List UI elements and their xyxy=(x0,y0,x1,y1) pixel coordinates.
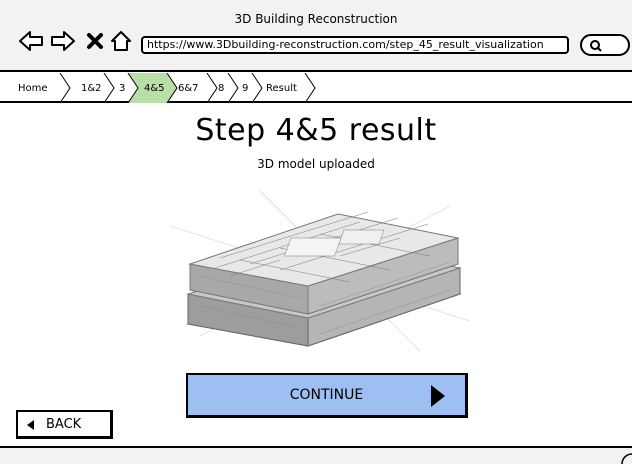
stop-button[interactable] xyxy=(82,28,108,54)
breadcrumb-item-step-1-2[interactable]: 1&2 xyxy=(81,73,102,103)
address-bar[interactable]: https://www.3Dbuilding-reconstruction.co… xyxy=(141,36,569,54)
page-title: Step 4&5 result xyxy=(195,113,437,148)
back-nav-button[interactable] xyxy=(18,28,44,54)
window-title: 3D Building Reconstruction xyxy=(234,12,398,26)
breadcrumb: Home 1&2 3 4&5 6&7 8 9 Result xyxy=(0,73,632,103)
breadcrumb-item-home[interactable]: Home xyxy=(18,73,48,103)
resize-handle-icon[interactable] xyxy=(618,450,632,464)
breadcrumb-item-step-8[interactable]: 8 xyxy=(218,73,224,103)
continue-button-label: CONTINUE xyxy=(289,387,364,403)
page-subtitle: 3D model uploaded xyxy=(257,157,375,171)
breadcrumb-item-step-3[interactable]: 3 xyxy=(119,73,125,103)
breadcrumb-item-step-6-7[interactable]: 6&7 xyxy=(178,73,199,103)
home-nav-button[interactable] xyxy=(108,28,134,54)
breadcrumb-item-result[interactable]: Result xyxy=(266,73,297,103)
browser-chrome: 3D Building Reconstruction https://www.3… xyxy=(0,0,632,72)
continue-button[interactable]: CONTINUE xyxy=(186,373,468,418)
back-button[interactable]: BACK xyxy=(16,410,113,439)
search-icon xyxy=(590,40,602,52)
arrow-left-icon xyxy=(19,31,43,51)
status-bar xyxy=(0,446,632,464)
forward-nav-button[interactable] xyxy=(50,28,76,54)
back-arrow-icon xyxy=(27,420,34,430)
search-button[interactable] xyxy=(580,34,630,56)
building-3d-model-image xyxy=(169,190,471,352)
home-icon xyxy=(111,31,131,51)
back-button-label: BACK xyxy=(46,416,82,432)
breadcrumb-item-step-4-5[interactable]: 4&5 xyxy=(144,73,165,103)
breadcrumb-item-step-9[interactable]: 9 xyxy=(242,73,248,103)
arrow-right-icon xyxy=(51,31,75,51)
play-arrow-icon xyxy=(431,385,445,407)
close-icon xyxy=(87,33,103,49)
